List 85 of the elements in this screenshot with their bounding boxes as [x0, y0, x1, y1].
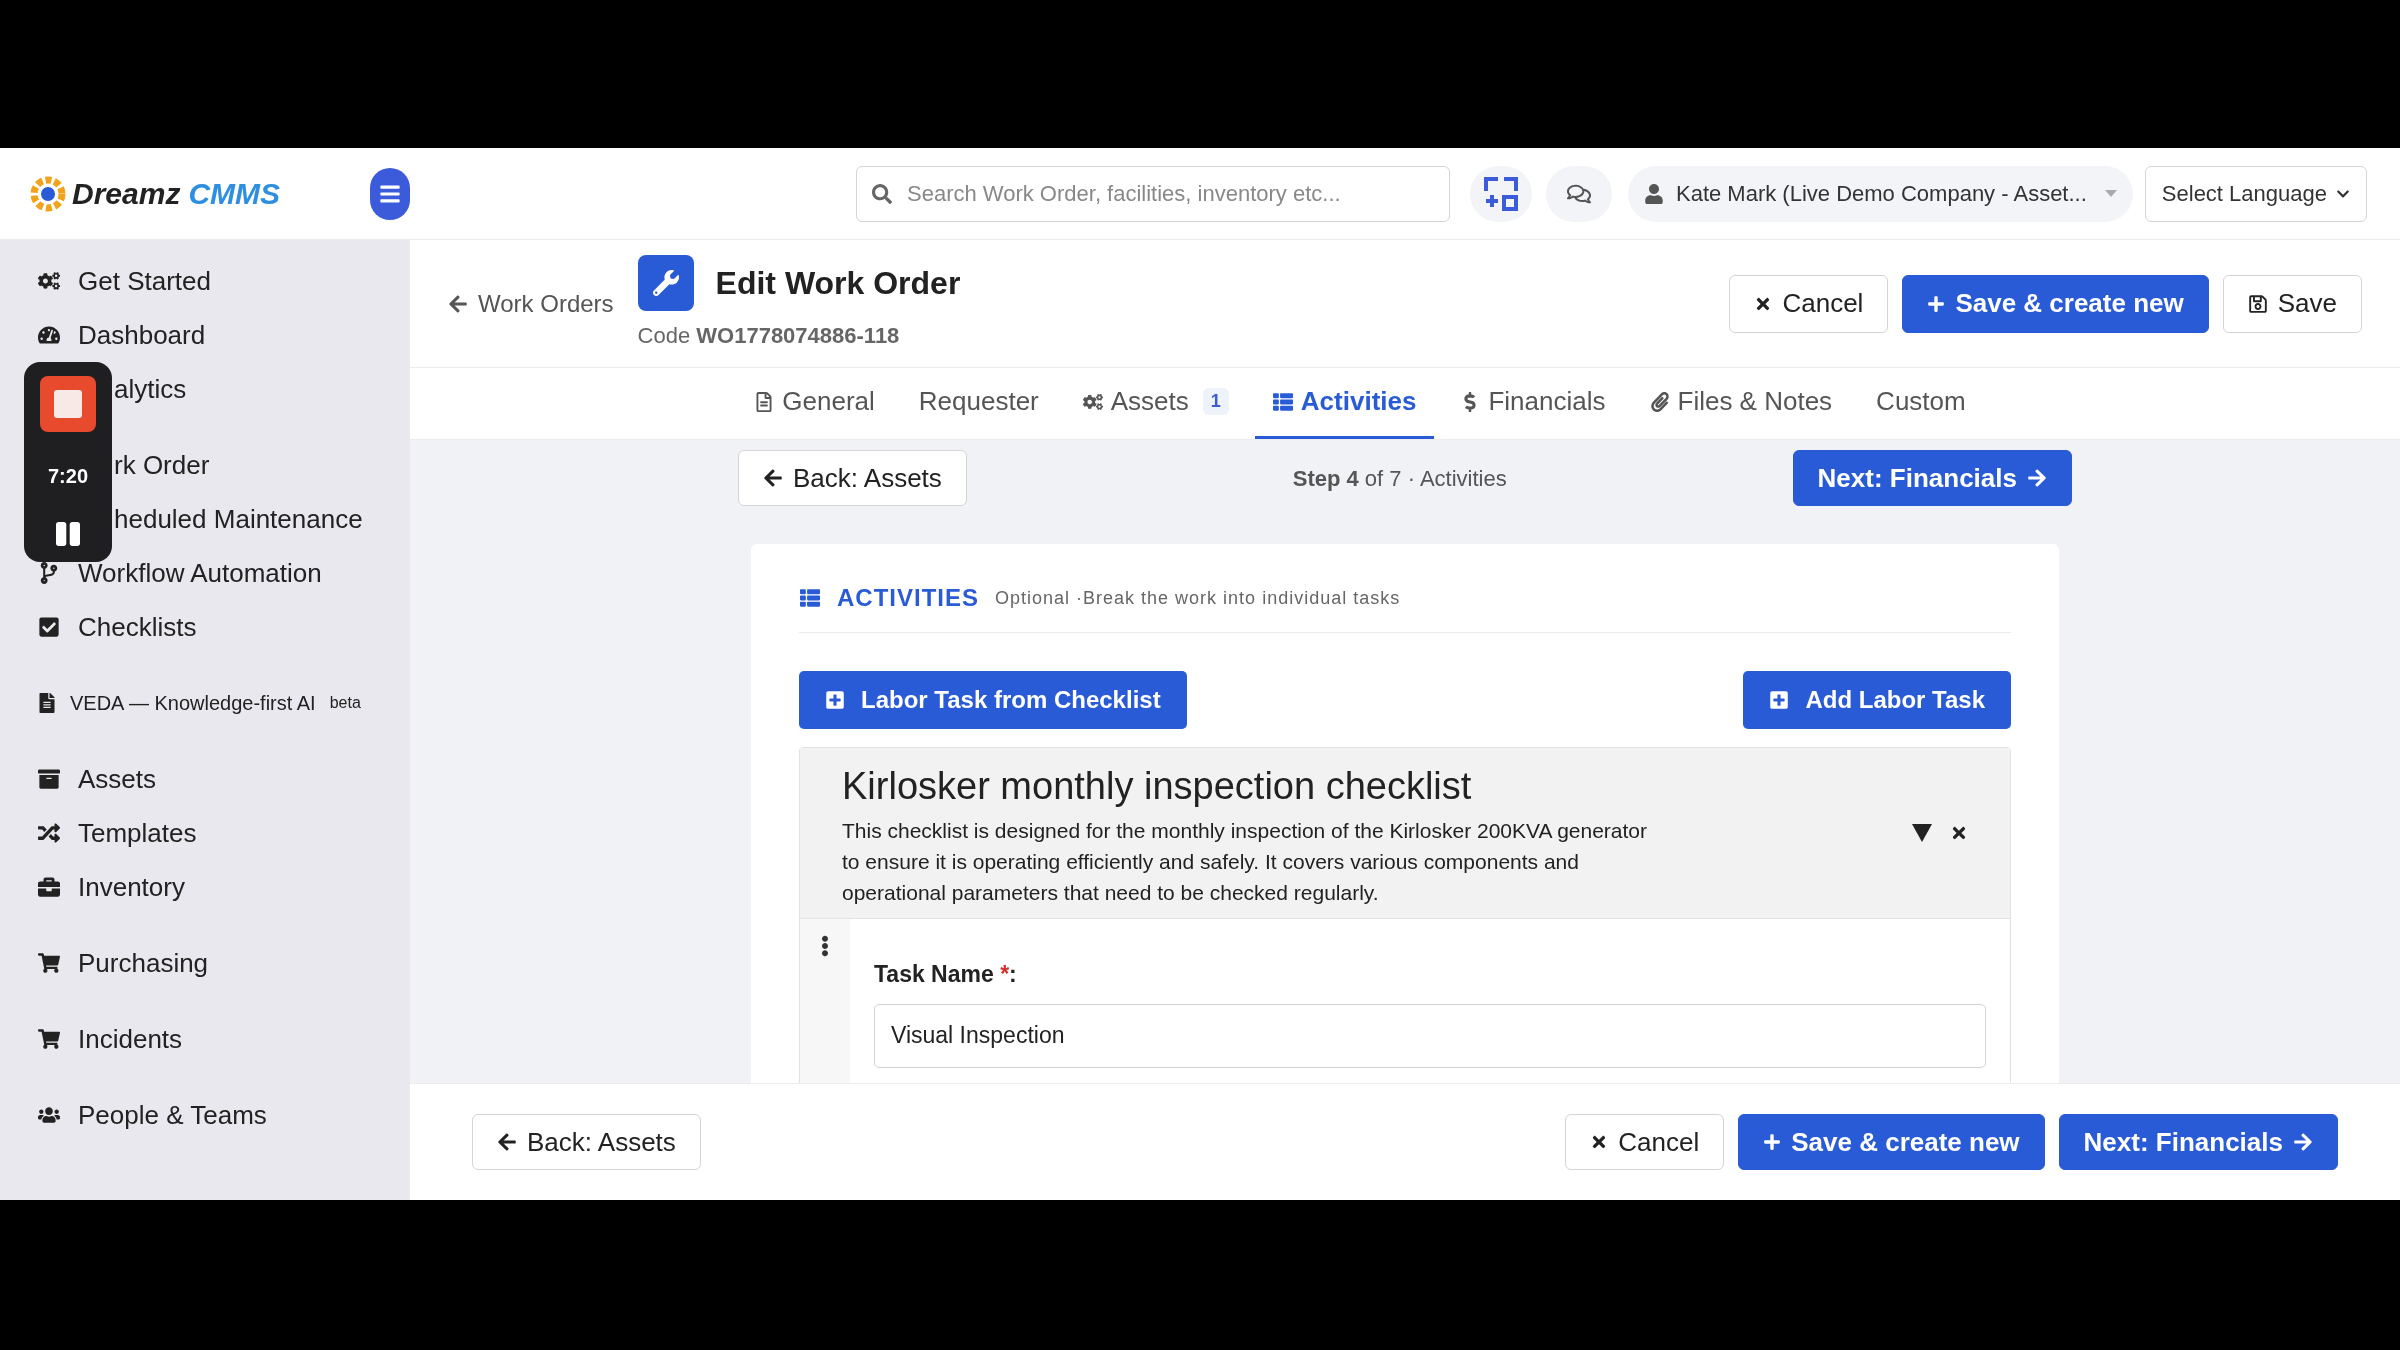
grid-icon	[1482, 174, 1520, 213]
recording-time: 7:20	[48, 464, 88, 489]
work-order-code: Code WO1778074886-118	[637, 322, 901, 350]
sidebar-item[interactable]: Assets	[0, 752, 410, 806]
tab-icon	[1272, 391, 1293, 412]
back-button[interactable]: Back: Assets	[738, 450, 967, 506]
logo-accent-text: CMMS	[188, 176, 281, 212]
arrow-right-icon	[2293, 1132, 2313, 1152]
add-task-button[interactable]: Add Labor Task	[1743, 671, 2011, 729]
save-and-new-button[interactable]: Save & create new	[1902, 274, 2209, 333]
wrench-icon	[637, 255, 694, 311]
sidebar-item[interactable]: Dashboard	[0, 308, 410, 362]
section-title: ACTIVITIES	[837, 583, 979, 613]
sidebar-icon	[38, 324, 60, 346]
menu-button[interactable]	[370, 167, 410, 220]
field-label: Task Name *:	[874, 960, 1018, 989]
task-name-field[interactable]: Visual Inspection	[874, 1003, 1986, 1068]
sidebar-item[interactable]: Checklists	[0, 600, 410, 654]
plus-icon	[1769, 690, 1790, 710]
arrow-left-icon	[763, 468, 783, 488]
pause-icon[interactable]	[56, 520, 80, 548]
stop-button[interactable]	[40, 376, 96, 432]
close-icon[interactable]	[1950, 824, 1968, 842]
save-button[interactable]: Save	[2222, 274, 2362, 333]
sidebar-item[interactable]: People & Teams	[0, 1088, 410, 1142]
sidebar-icon	[38, 270, 60, 292]
beta-label: beta	[329, 693, 361, 713]
tab-icon	[1649, 391, 1670, 412]
sidebar-icon	[38, 616, 60, 638]
plus-icon	[825, 690, 845, 710]
step-indicator: Step 4 of 7 · Activities	[1291, 464, 1507, 493]
arrow-left-icon	[448, 293, 468, 314]
next-button[interactable]: Next: Financials	[2058, 1114, 2338, 1170]
add-task-button[interactable]: Labor Task from Checklist	[799, 671, 1187, 729]
back-link[interactable]: Work Orders	[448, 285, 614, 322]
search-field[interactable]: Search Work Order, facilities, inventory etc...	[856, 165, 1450, 222]
arrow-left-icon	[497, 1132, 517, 1152]
plus-icon	[1927, 294, 1946, 313]
cancel-button[interactable]: Cancel	[1565, 1114, 1725, 1170]
save-and-new-button[interactable]: Save & create new	[1738, 1114, 2045, 1170]
sidebar-item[interactable]: Incidents	[0, 1012, 410, 1066]
sidebar-icon	[38, 1028, 60, 1050]
sidebar-icon	[38, 952, 60, 974]
user-icon	[1644, 183, 1664, 204]
section-hint: Optional ·Break the work into individual tasks	[995, 586, 1401, 610]
sidebar-item[interactable]: rk Order	[114, 445, 210, 485]
list-icon	[799, 588, 821, 608]
tab[interactable]: Custom	[1858, 367, 1984, 439]
arrow-right-icon	[2027, 468, 2047, 488]
sidebar-item-label: VEDA — Knowledge-first AI	[70, 691, 316, 716]
tab[interactable]: Assets 1	[1064, 367, 1247, 439]
sidebar-item[interactable]: alytics	[114, 369, 187, 409]
collapse-triangle-icon[interactable]	[1912, 824, 1932, 842]
back-button[interactable]: Back: Assets	[472, 1114, 701, 1170]
cancel-button[interactable]: Cancel	[1729, 274, 1889, 333]
sidebar-icon	[38, 768, 60, 790]
more-options-icon[interactable]	[821, 935, 829, 957]
tab-icon	[1082, 391, 1103, 412]
sidebar-item[interactable]: heduled Maintenance	[114, 499, 363, 539]
checklist-title: Kirlosker monthly inspection checklist	[842, 764, 1473, 809]
document-icon	[38, 693, 56, 713]
tab[interactable]: Requester	[900, 367, 1057, 439]
user-menu[interactable]: Kate Mark (Live Demo Company - Asset...	[1628, 165, 2133, 222]
sidebar-item[interactable]: Get Started	[0, 254, 410, 308]
sidebar-item[interactable]: Workflow Automation	[0, 546, 410, 600]
checklist-description: This checklist is designed for the monthly inspection of the Kirlosker 200KVA generator to ensure it is operating efficiently and safely. It covers various components and operational parameters that need to be checked regularly.	[842, 818, 1649, 906]
next-button[interactable]: Next: Financials	[1792, 450, 2072, 506]
tab[interactable]: General	[736, 367, 893, 439]
tab-icon	[754, 391, 775, 412]
plus-icon	[1763, 1133, 1782, 1151]
sidebar-icon	[38, 1104, 60, 1126]
sidebar-icon	[38, 876, 60, 898]
search-icon	[872, 183, 892, 204]
page-title: Edit Work Order	[715, 264, 961, 303]
sidebar-item[interactable]: Purchasing	[0, 936, 410, 990]
logo-text: Dreamz	[72, 176, 181, 212]
sidebar-item[interactable]: Inventory	[0, 860, 410, 914]
sidebar-item[interactable]: Templates	[0, 806, 410, 860]
tab[interactable]: Files & Notes	[1631, 367, 1851, 439]
caret-icon	[2104, 190, 2117, 197]
tab[interactable]: Financials	[1442, 367, 1624, 439]
count-badge: 1	[1202, 388, 1229, 415]
sidebar-icon	[38, 822, 60, 844]
sidebar-item[interactable]: VEDA — Knowledge-first AI beta	[0, 676, 410, 730]
language-select[interactable]: Select Language	[2144, 165, 2367, 222]
